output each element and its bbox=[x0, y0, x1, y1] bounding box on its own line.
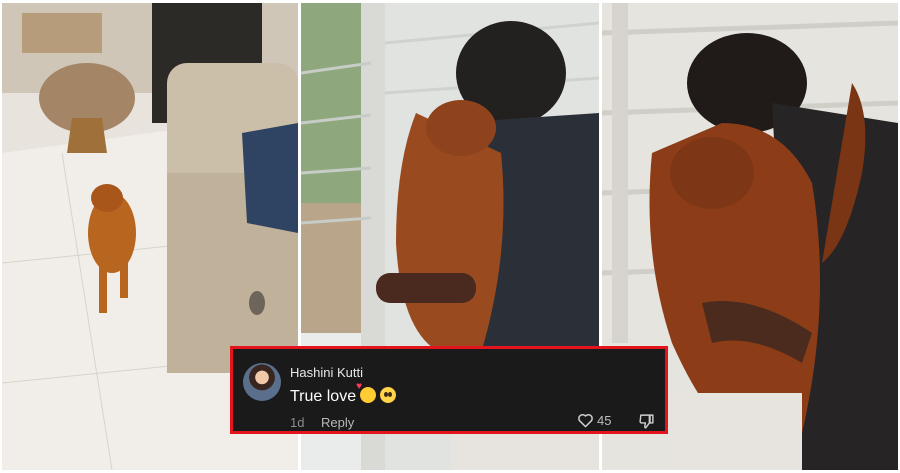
smiling-face-with-hearts-icon bbox=[356, 381, 377, 403]
comment-body: True love bbox=[290, 388, 357, 405]
comment-card: Hashini Kutti True love 1d Reply 45 bbox=[230, 346, 668, 434]
reply-button[interactable]: Reply bbox=[321, 415, 354, 430]
like-button[interactable]: 45 bbox=[577, 413, 611, 428]
like-count: 45 bbox=[597, 413, 612, 428]
comment-timestamp: 1d bbox=[290, 415, 305, 430]
avatar[interactable] bbox=[243, 363, 281, 401]
dislike-button[interactable] bbox=[638, 413, 655, 435]
heart-icon bbox=[578, 413, 593, 428]
comment-text: True love bbox=[290, 381, 397, 406]
pleading-face-icon bbox=[380, 387, 397, 403]
comment-username[interactable]: Hashini Kutti bbox=[290, 365, 363, 380]
thumbs-down-icon bbox=[639, 414, 654, 429]
